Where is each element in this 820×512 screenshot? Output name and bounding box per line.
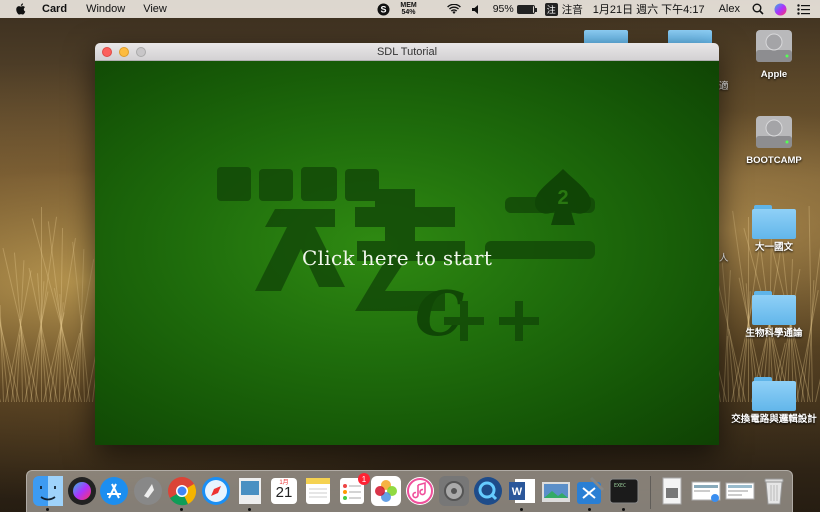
zoom-button[interactable] — [136, 47, 146, 57]
terminal-icon[interactable]: EXEC — [609, 476, 639, 511]
start-button[interactable]: Click here to start — [302, 246, 492, 270]
menu-view[interactable]: View — [143, 3, 167, 15]
menu-bar: Card Window View S MEM 54% 95% 注 注音 1月21日… — [0, 0, 820, 18]
system-preferences-icon[interactable] — [439, 476, 469, 506]
reminders-icon[interactable]: 1 — [337, 473, 370, 506]
screenshot-stack-icon[interactable] — [725, 476, 755, 506]
folder-icon[interactable] — [668, 30, 712, 44]
battery-percent: 95% — [492, 3, 514, 15]
downloads-stack-icon[interactable] — [691, 476, 721, 506]
status-area: S MEM 54% 95% 注 注音 1月21日 週六 下午4:17 Alex — [377, 0, 820, 18]
chrome-icon[interactable] — [167, 476, 197, 511]
folder-icon — [752, 375, 796, 411]
input-method[interactable]: 注 注音 — [544, 2, 583, 17]
clock[interactable]: 1月21日 週六 下午4:17 — [593, 1, 705, 17]
sdl-window: SDL Tutorial 2 C Click here to start — [95, 43, 719, 445]
desktop-icon-folder-2[interactable]: 生物科學通論 — [729, 289, 819, 339]
spotlight-icon[interactable] — [752, 3, 764, 15]
svg-text:S: S — [381, 4, 387, 14]
user-name[interactable]: Alex — [719, 3, 740, 15]
desktop-icon-folder-1[interactable]: 大一國文 — [729, 203, 819, 253]
notification-center-icon[interactable] — [797, 3, 810, 15]
svg-text:W: W — [512, 486, 523, 498]
desktop-icon-label: 大一國文 — [754, 242, 793, 253]
svg-text:C: C — [415, 277, 464, 349]
calendar-day: 21 — [275, 484, 293, 501]
desktop-label-partial: 人 — [719, 253, 729, 264]
svg-text:2: 2 — [557, 187, 568, 209]
desktop-icon-label: Apple — [760, 69, 788, 80]
input-method-icon: 注 — [544, 2, 558, 16]
quicktime-icon[interactable] — [473, 476, 503, 506]
input-method-label: 注音 — [561, 3, 583, 16]
folder-icon — [752, 289, 796, 325]
battery-icon — [516, 4, 537, 14]
skype-icon[interactable]: S — [377, 3, 390, 16]
siri-icon[interactable] — [67, 476, 97, 506]
memory-label: MEM — [400, 2, 417, 9]
desktop-icon-label: 交換電路與邏輯設計 — [731, 414, 817, 425]
notes-icon[interactable] — [303, 476, 333, 506]
itunes-icon[interactable] — [405, 476, 435, 506]
window-title: SDL Tutorial — [376, 45, 438, 58]
minimize-button[interactable] — [119, 47, 129, 57]
app-store-icon[interactable] — [99, 476, 129, 506]
game-canvas[interactable]: 2 C Click here to start — [95, 61, 719, 445]
battery-status[interactable]: 95% — [492, 3, 537, 15]
terminal-text: EXEC — [614, 483, 626, 489]
finder-icon[interactable] — [33, 476, 63, 511]
photo-browser-icon[interactable] — [541, 476, 571, 506]
night-mode-icon[interactable] — [427, 3, 437, 15]
desktop-icon-label: BOOTCAMP — [746, 155, 802, 166]
dock-separator — [650, 476, 651, 509]
volume-icon[interactable] — [471, 4, 483, 15]
close-button[interactable] — [102, 47, 112, 57]
reminders-badge: 1 — [358, 473, 370, 485]
dock: 1月 21 1 W EXEC — [26, 470, 793, 512]
window-controls — [102, 47, 153, 57]
hard-disk-icon — [754, 110, 794, 152]
folder-icon — [752, 203, 796, 239]
xcode-icon[interactable] — [575, 476, 605, 511]
apple-menu-icon[interactable] — [14, 2, 28, 16]
desktop-icon-label: 生物科學通論 — [745, 328, 803, 339]
desktop-label-partial: 適 — [719, 81, 729, 92]
document-stack-icon[interactable] — [657, 476, 687, 506]
menu-window[interactable]: Window — [86, 3, 125, 15]
grass-blade — [40, 207, 42, 402]
preview-icon[interactable] — [235, 476, 265, 511]
desktop-icon-folder-3[interactable]: 交換電路與邏輯設計 — [729, 375, 819, 425]
hard-disk-icon — [754, 24, 794, 66]
memory-monitor[interactable]: MEM 54% — [400, 2, 416, 16]
trash-icon[interactable] — [759, 476, 789, 506]
safari-icon[interactable] — [201, 476, 231, 506]
calendar-icon[interactable]: 1月 21 — [269, 476, 299, 506]
grass-blade — [2, 247, 39, 403]
desktop-icon-apple[interactable]: Apple — [729, 24, 819, 80]
memory-value: 54% — [401, 9, 416, 16]
menu-app-name[interactable]: Card — [42, 3, 67, 15]
siri-icon[interactable] — [774, 3, 787, 16]
folder-icon[interactable] — [584, 30, 628, 44]
launchpad-icon[interactable] — [133, 476, 163, 506]
window-titlebar[interactable]: SDL Tutorial — [95, 43, 719, 61]
desktop-icon-bootcamp[interactable]: BOOTCAMP — [729, 110, 819, 166]
wifi-icon[interactable] — [446, 3, 461, 15]
photos-icon[interactable] — [371, 476, 401, 506]
word-icon[interactable]: W — [507, 476, 537, 511]
